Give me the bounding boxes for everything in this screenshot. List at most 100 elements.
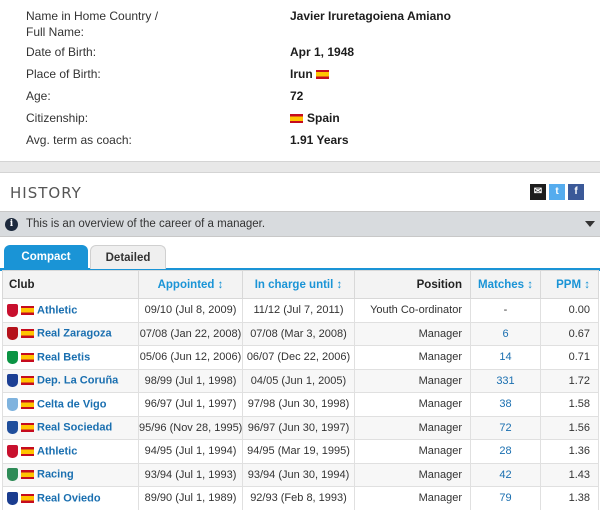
club-crest-icon <box>7 421 18 435</box>
column-header-club: Club <box>2 270 139 299</box>
twitter-icon[interactable]: t <box>549 184 565 200</box>
appointed-cell: 09/10 (Jul 8, 2009) <box>138 298 243 323</box>
spain-flag-icon <box>21 493 34 503</box>
matches-cell: 38 <box>470 392 541 417</box>
citizenship-row: Citizenship: Spain <box>26 110 586 126</box>
full-name-label-line2: Full Name: <box>26 25 85 39</box>
full-name-label: Name in Home Country / Full Name: <box>26 8 266 40</box>
tab-compact[interactable]: Compact <box>4 245 88 269</box>
spain-flag-icon <box>21 423 34 433</box>
matches-link[interactable]: 331 <box>496 375 514 387</box>
place-of-birth-label: Place of Birth: <box>26 67 101 81</box>
club-crest-icon <box>7 397 18 411</box>
profile-panel: Name in Home Country / Full Name: Javier… <box>0 0 600 162</box>
club-crest-icon <box>7 350 18 364</box>
matches-link[interactable]: 28 <box>499 445 511 457</box>
spain-flag-icon <box>21 352 34 362</box>
matches-link[interactable]: 42 <box>499 469 511 481</box>
matches-cell: 28 <box>470 439 541 464</box>
club-link[interactable]: Real Zaragoza <box>37 328 112 340</box>
appointed-cell: 98/99 (Jul 1, 1998) <box>138 368 243 393</box>
club-link[interactable]: Real Betis <box>37 351 90 363</box>
full-name-row: Name in Home Country / Full Name: Javier… <box>26 8 586 40</box>
ppm-cell: 1.56 <box>540 415 599 440</box>
date-of-birth-row: Date of Birth: Apr 1, 1948 <box>26 44 586 60</box>
table-row: Athletic 94/95 (Jul 1, 1994) 94/95 (Mar 19… <box>2 439 599 464</box>
club-link[interactable]: Athletic <box>37 304 77 316</box>
table-row: Real Oviedo 89/90 (Jul 1, 1989) 92/93 (Feb… <box>2 486 599 510</box>
club-cell: Dep. La Coruña <box>2 368 139 393</box>
career-table: Club Appointed ↕ In charge until ↕ Posit… <box>2 270 599 510</box>
appointed-cell: 93/94 (Jul 1, 1993) <box>138 462 243 487</box>
matches-cell: 79 <box>470 486 541 510</box>
club-crest-icon <box>7 468 18 482</box>
mail-icon[interactable]: ✉ <box>530 184 546 200</box>
until-cell: 06/07 (Dec 22, 2006) <box>242 345 355 370</box>
club-crest-icon <box>7 374 18 388</box>
position-cell: Manager <box>354 462 471 487</box>
table-row: Real Sociedad 95/96 (Nov 28, 1995) 96/97 (… <box>2 415 599 440</box>
citizenship-label: Citizenship: <box>26 111 89 125</box>
column-header-in-charge-until[interactable]: In charge until ↕ <box>242 270 355 299</box>
spain-flag-icon <box>21 305 34 315</box>
position-cell: Manager <box>354 321 471 346</box>
spain-flag-icon <box>21 376 34 386</box>
notice-text: This is an overview of the career of a m… <box>26 218 266 230</box>
matches-cell: 72 <box>470 415 541 440</box>
ppm-cell: 1.36 <box>540 439 599 464</box>
ppm-cell: 0.00 <box>540 298 599 323</box>
appointed-cell: 96/97 (Jul 1, 1997) <box>138 392 243 417</box>
view-tabs: Compact Detailed <box>0 245 600 271</box>
ppm-cell: 1.43 <box>540 462 599 487</box>
club-link[interactable]: Real Oviedo <box>37 492 101 504</box>
column-header-appointed[interactable]: Appointed ↕ <box>138 270 243 299</box>
until-cell: 04/05 (Jun 1, 2005) <box>242 368 355 393</box>
until-cell: 07/08 (Mar 3, 2008) <box>242 321 355 346</box>
club-cell: Racing <box>2 462 139 487</box>
matches-cell: - <box>470 298 541 323</box>
facebook-icon[interactable]: f <box>568 184 584 200</box>
club-cell: Real Oviedo <box>2 486 139 510</box>
column-header-matches[interactable]: Matches ↕ <box>470 270 541 299</box>
club-link[interactable]: Athletic <box>37 445 77 457</box>
place-of-birth-value: Irun <box>290 66 332 82</box>
until-cell: 97/98 (Jun 30, 1998) <box>242 392 355 417</box>
matches-link[interactable]: 6 <box>502 328 508 340</box>
matches-link[interactable]: 38 <box>499 398 511 410</box>
table-row: Dep. La Coruña 98/99 (Jul 1, 1998) 04/05 (… <box>2 368 599 393</box>
club-crest-icon <box>7 444 18 458</box>
info-notice-bar[interactable]: i This is an overview of the career of a… <box>0 211 600 237</box>
appointed-cell: 05/06 (Jun 12, 2006) <box>138 345 243 370</box>
spain-flag-icon <box>21 470 34 480</box>
matches-cell: 6 <box>470 321 541 346</box>
matches-link[interactable]: 72 <box>499 422 511 434</box>
tab-detailed[interactable]: Detailed <box>90 245 166 269</box>
full-name-label-line1: Name in Home Country / <box>26 9 159 23</box>
caret-down-icon[interactable] <box>585 221 595 227</box>
club-link[interactable]: Real Sociedad <box>37 422 112 434</box>
avg-term-label: Avg. term as coach: <box>26 133 132 147</box>
table-row: Racing 93/94 (Jul 1, 1993) 93/94 (Jun 30, … <box>2 462 599 487</box>
table-header-row: Club Appointed ↕ In charge until ↕ Posit… <box>2 270 599 299</box>
club-link[interactable]: Dep. La Coruña <box>37 375 118 387</box>
matches-link[interactable]: - <box>504 304 508 316</box>
club-link[interactable]: Racing <box>37 469 74 481</box>
table-row: Real Betis 05/06 (Jun 12, 2006) 06/07 (Dec… <box>2 345 599 370</box>
position-cell: Manager <box>354 345 471 370</box>
table-row: Celta de Vigo 96/97 (Jul 1, 1997) 97/98 (J… <box>2 392 599 417</box>
place-of-birth-row: Place of Birth: Irun <box>26 66 586 82</box>
matches-link[interactable]: 79 <box>499 492 511 504</box>
matches-link[interactable]: 14 <box>499 351 511 363</box>
place-of-birth-text: Irun <box>290 67 313 81</box>
info-icon: i <box>5 218 18 231</box>
club-link[interactable]: Celta de Vigo <box>37 398 106 410</box>
club-crest-icon <box>7 303 18 317</box>
avg-term-row: Avg. term as coach: 1.91 Years <box>26 132 586 148</box>
column-header-ppm[interactable]: PPM ↕ <box>540 270 599 299</box>
age-label: Age: <box>26 89 51 103</box>
position-cell: Manager <box>354 415 471 440</box>
position-cell: Youth Co-ordinator <box>354 298 471 323</box>
position-cell: Manager <box>354 486 471 510</box>
date-of-birth-value: Apr 1, 1948 <box>290 45 355 59</box>
column-header-position: Position <box>354 270 471 299</box>
